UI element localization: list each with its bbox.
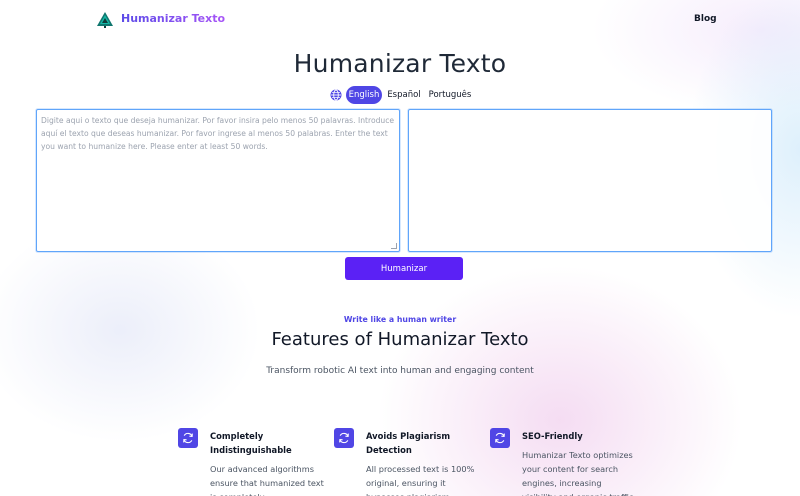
humanize-button[interactable]: Humanizar (345, 257, 463, 280)
page-title: Humanizar Texto (293, 49, 507, 78)
language-english[interactable]: English (346, 86, 382, 104)
site-header: Humanizar Texto Blog (0, 0, 800, 40)
language-espanol[interactable]: Español (385, 86, 423, 104)
feature-description: All processed text is 100% original, ens… (366, 464, 475, 496)
input-text-container (36, 109, 400, 252)
refresh-icon (490, 428, 510, 448)
resize-handle[interactable] (391, 243, 397, 249)
tree-icon[interactable] (96, 12, 114, 28)
refresh-icon (334, 428, 354, 448)
feature-title: Completely Indistinguishable (210, 431, 292, 455)
feature-description: Our advanced algorithms ensure that huma… (210, 464, 324, 496)
output-textarea[interactable] (408, 109, 772, 252)
brand-name[interactable]: Humanizar Texto (121, 12, 225, 25)
feature-title: SEO-Friendly (522, 431, 583, 441)
page: Humanizar Texto Blog Humanizar Texto Eng… (0, 0, 800, 496)
input-textarea[interactable] (37, 110, 399, 251)
features-tagline: Write like a human writer (343, 315, 457, 324)
feature-description: Humanizar Texto optimizes your content f… (522, 450, 633, 496)
globe-icon (330, 89, 342, 101)
nav-link-blog[interactable]: Blog (694, 14, 717, 24)
features-title: Features of Humanizar Texto (271, 329, 529, 350)
language-switcher: English Español Português (0, 86, 800, 104)
features-subtitle: Transform robotic AI text into human and… (266, 366, 534, 376)
feature-title: Avoids Plagiarism Detection (366, 431, 451, 455)
language-portugues[interactable]: Português (427, 86, 473, 104)
refresh-icon (178, 428, 198, 448)
